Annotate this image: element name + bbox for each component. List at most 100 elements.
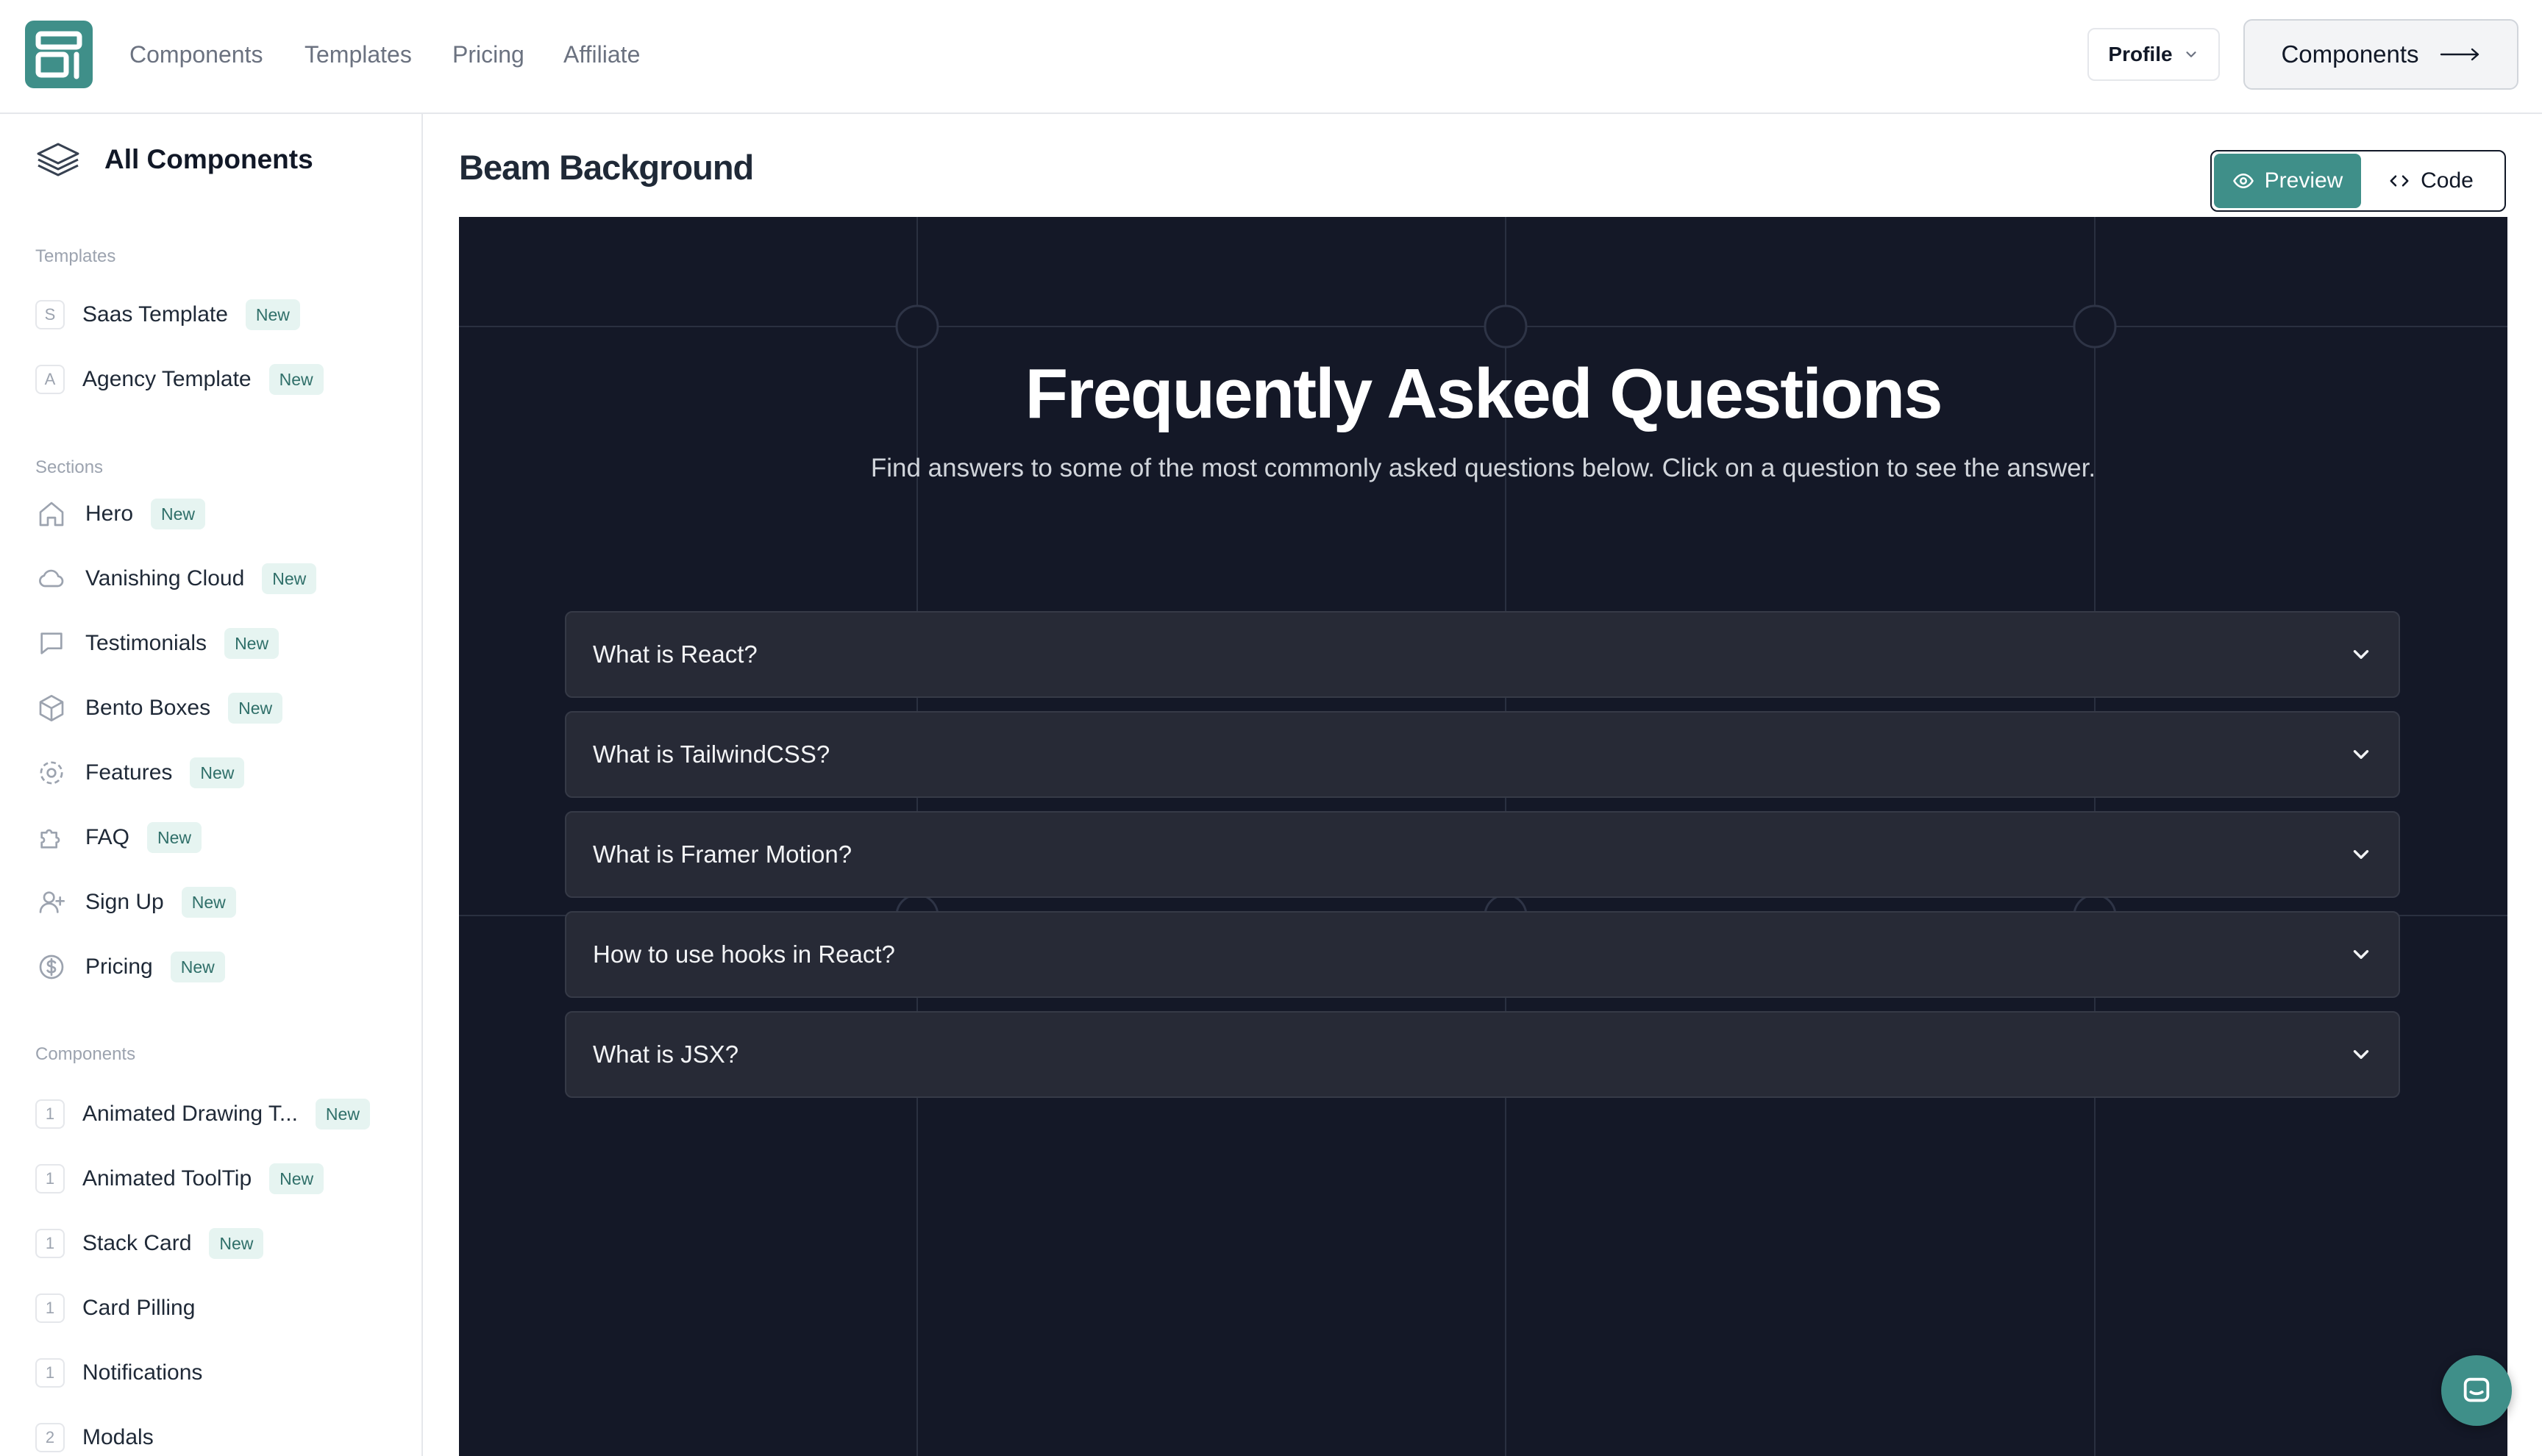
sidebar-item-animated-drawing[interactable]: 1 Animated Drawing T... New — [35, 1093, 370, 1135]
nav-link-components[interactable]: Components — [129, 40, 263, 69]
layers-icon — [37, 143, 79, 176]
new-badge: New — [269, 1163, 324, 1194]
new-badge: New — [228, 693, 283, 724]
new-badge: New — [147, 822, 202, 853]
new-badge: New — [268, 364, 324, 395]
new-badge: New — [245, 299, 300, 330]
eye-icon — [2232, 173, 2254, 189]
sidebar-item-animated-tooltip[interactable]: 1 Animated ToolTip New — [35, 1158, 324, 1199]
sidebar-item-label: Hero — [85, 502, 134, 526]
sidebar-item-label: Vanishing Cloud — [85, 566, 245, 590]
chat-icon — [2463, 1377, 2490, 1402]
faq-item[interactable]: What is React? — [565, 611, 2400, 698]
tab-preview[interactable]: Preview — [2214, 154, 2361, 208]
sidebar-item-saas-template[interactable]: S Saas Template New — [35, 294, 300, 335]
templates-section-label: Templates — [35, 246, 116, 266]
chevron-down-icon — [2353, 750, 2369, 759]
top-navbar: Components Templates Pricing Affiliate P… — [0, 0, 2542, 114]
faq-item[interactable]: What is JSX? — [565, 1011, 2400, 1098]
faq-heading: Frequently Asked Questions — [1025, 354, 1943, 433]
faq-question: What is Framer Motion? — [593, 841, 852, 868]
sidebar-item-vanishing-cloud[interactable]: Vanishing Cloud New — [35, 558, 317, 599]
nav-link-affiliate[interactable]: Affiliate — [563, 40, 640, 69]
components-cta-button[interactable]: Components — [2243, 19, 2518, 90]
profile-label: Profile — [2108, 43, 2173, 65]
sidebar-item-bento-boxes[interactable]: Bento Boxes New — [35, 688, 283, 729]
sidebar-item-pricing[interactable]: Pricing New — [35, 946, 225, 988]
count-icon: 2 — [35, 1423, 65, 1452]
faq-question: What is React? — [593, 640, 758, 668]
count-icon: 1 — [35, 1164, 65, 1193]
new-badge: New — [190, 757, 245, 788]
tab-code[interactable]: Code — [2361, 154, 2501, 208]
brand-logo[interactable] — [25, 21, 93, 88]
sidebar-item-label: Modals — [82, 1425, 154, 1449]
count-icon: 1 — [35, 1099, 65, 1129]
letter-icon: A — [35, 365, 65, 394]
tab-code-label: Code — [2421, 168, 2474, 193]
chevron-down-icon — [2353, 950, 2369, 959]
sidebar-item-hero[interactable]: Hero New — [35, 493, 206, 535]
arrow-right-icon — [2440, 48, 2479, 61]
chevron-down-icon — [2353, 650, 2369, 659]
preview-code-toggle: Preview Code — [2210, 150, 2506, 212]
faq-item[interactable]: What is TailwindCSS? — [565, 711, 2400, 798]
sidebar-item-label: Agency Template — [82, 367, 252, 391]
sidebar-item-modals[interactable]: 2 Modals — [35, 1417, 154, 1456]
new-badge: New — [151, 499, 206, 529]
sidebar-item-card-pilling[interactable]: 1 Card Pilling — [35, 1288, 195, 1329]
letter-icon: S — [35, 300, 65, 329]
chat-support-button[interactable] — [2441, 1355, 2512, 1426]
new-badge: New — [262, 563, 317, 594]
faq-subheading: Find answers to some of the most commonl… — [870, 454, 2096, 482]
count-icon: 1 — [35, 1358, 65, 1388]
sidebar-item-label: Testimonials — [85, 631, 207, 655]
sidebar-item-label: Card Pilling — [82, 1296, 196, 1320]
sidebar-item-label: Animated Drawing T... — [82, 1102, 298, 1126]
sidebar-item-label: Stack Card — [82, 1231, 192, 1255]
home-icon — [35, 498, 68, 530]
faq-question: What is TailwindCSS? — [593, 741, 830, 768]
faq-question: How to use hooks in React? — [593, 941, 895, 968]
settings-icon — [35, 757, 68, 789]
puzzle-icon — [35, 821, 68, 854]
sidebar-item-features[interactable]: Features New — [35, 752, 245, 793]
faq-item[interactable]: How to use hooks in React? — [565, 911, 2400, 998]
cloud-icon — [35, 563, 68, 595]
sidebar-item-label: Notifications — [82, 1360, 203, 1385]
beam-background-preview: Frequently Asked Questions Find answers … — [459, 217, 2507, 1456]
profile-dropdown-button[interactable]: Profile — [2087, 28, 2220, 81]
all-components-label: All Components — [104, 144, 313, 174]
faq-question: What is JSX? — [593, 1041, 739, 1068]
chevron-down-icon — [2353, 850, 2369, 859]
new-badge: New — [315, 1099, 370, 1130]
sidebar-item-label: Pricing — [85, 954, 153, 979]
chevron-down-icon — [2185, 51, 2196, 57]
sidebar-item-faq[interactable]: FAQ New — [35, 817, 202, 858]
sidebar-item-label: FAQ — [85, 825, 130, 849]
sidebar-item-notifications[interactable]: 1 Notifications — [35, 1352, 202, 1393]
page-title: Beam Background — [459, 148, 754, 187]
sidebar: All Components Templates S Saas Template… — [0, 114, 423, 1456]
components-section-label: Components — [35, 1044, 136, 1064]
count-icon: 1 — [35, 1293, 65, 1323]
sidebar-item-label: Bento Boxes — [85, 696, 211, 720]
all-components-link[interactable]: All Components — [35, 138, 313, 182]
new-badge: New — [224, 628, 280, 659]
sidebar-item-testimonials[interactable]: Testimonials New — [35, 623, 280, 664]
sidebar-item-stack-card[interactable]: 1 Stack Card New — [35, 1223, 264, 1264]
user-plus-icon — [35, 886, 68, 918]
components-cta-label: Components — [2281, 40, 2419, 68]
nav-link-templates[interactable]: Templates — [305, 40, 412, 69]
sidebar-item-agency-template[interactable]: A Agency Template New — [35, 359, 324, 400]
sidebar-item-label: Features — [85, 760, 173, 785]
faq-item[interactable]: What is Framer Motion? — [565, 811, 2400, 898]
sidebar-item-sign-up[interactable]: Sign Up New — [35, 882, 236, 923]
nav-link-pricing[interactable]: Pricing — [452, 40, 524, 69]
tab-preview-label: Preview — [2264, 168, 2343, 193]
chevron-down-icon — [2353, 1050, 2369, 1059]
code-icon — [2390, 175, 2409, 187]
message-square-icon — [35, 627, 68, 660]
new-badge: New — [181, 887, 236, 918]
sidebar-item-label: Animated ToolTip — [82, 1166, 252, 1191]
